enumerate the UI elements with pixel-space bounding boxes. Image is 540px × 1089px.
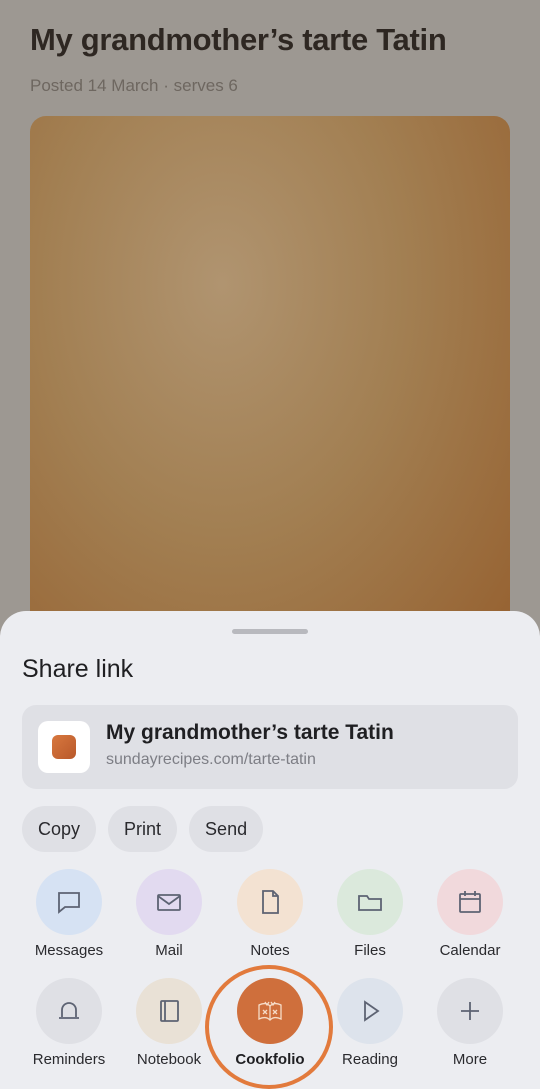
quick-actions: Copy Print Send <box>22 806 264 852</box>
bell-icon <box>36 978 102 1044</box>
link-title: My grandmother’s tarte Tatin <box>106 721 394 744</box>
copy-button[interactable]: Copy <box>22 806 97 852</box>
app-label: More <box>452 1051 488 1068</box>
cookbook-icon <box>237 978 303 1044</box>
print-button[interactable]: Print <box>108 806 178 852</box>
app-label: Files <box>354 942 386 959</box>
link-url: sundayrecipes.com/tarte-tatin <box>106 751 316 768</box>
play-icon <box>337 978 403 1044</box>
link-preview-card: My grandmother’s tarte Tatin sundayrecip… <box>22 705 518 789</box>
app-label: Messages <box>34 942 104 959</box>
app-reminders[interactable]: Reminders <box>19 978 119 1068</box>
note-icon <box>237 869 303 935</box>
app-label: Reading <box>342 1051 398 1068</box>
link-thumbnail <box>38 721 90 773</box>
app-label: Reminders <box>32 1051 106 1068</box>
app-mail[interactable]: Mail <box>119 869 219 959</box>
calendar-icon <box>437 869 503 935</box>
send-button[interactable]: Send <box>189 806 264 852</box>
message-icon <box>36 869 102 935</box>
plus-icon <box>437 978 503 1044</box>
folder-icon <box>337 869 403 935</box>
hero-image <box>30 116 510 676</box>
app-notes[interactable]: Notes <box>220 869 320 959</box>
mail-icon <box>136 869 202 935</box>
post-meta: Posted 14 March · serves 6 <box>30 76 238 95</box>
app-label: Mail <box>155 942 183 959</box>
site-logo-icon <box>52 735 76 759</box>
app-label: Calendar <box>439 942 501 959</box>
page-title: My grandmother’s tarte Tatin <box>30 22 447 57</box>
app-files[interactable]: Files <box>320 869 420 959</box>
app-calendar[interactable]: Calendar <box>420 869 520 959</box>
sheet-title: Share link <box>22 655 134 683</box>
notebook-icon <box>136 978 202 1044</box>
app-cookfolio[interactable]: Cookfolio <box>220 978 320 1068</box>
app-label: Cookfolio <box>235 1051 305 1068</box>
app-messages[interactable]: Messages <box>19 869 119 959</box>
app-notebook[interactable]: Notebook <box>119 978 219 1068</box>
sheet-grabber[interactable] <box>232 629 308 634</box>
app-reading[interactable]: Reading <box>320 978 420 1068</box>
app-more[interactable]: More <box>420 978 520 1068</box>
app-label: Notes <box>250 942 290 959</box>
app-label: Notebook <box>136 1051 202 1068</box>
